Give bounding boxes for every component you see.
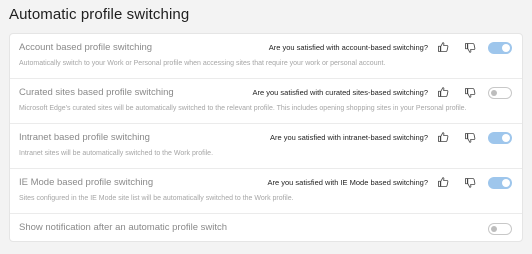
toggle-knob	[502, 134, 510, 142]
feedback-question: Are you satisfied with intranet-based sw…	[270, 133, 428, 142]
settings-card: Account based profile switching Are you …	[9, 33, 523, 242]
setting-title: Show notification after an automatic pro…	[19, 222, 228, 233]
account-switching-toggle[interactable]	[488, 42, 512, 54]
setting-row-ie-mode: IE Mode based profile switching Are you …	[10, 169, 522, 214]
setting-row-account: Account based profile switching Are you …	[10, 34, 522, 79]
setting-row-curated: Curated sites based profile switching Ar…	[10, 79, 522, 124]
setting-title: IE Mode based profile switching	[19, 177, 154, 188]
toggle-knob	[502, 44, 510, 52]
setting-description: Automatically switch to your Work or Per…	[19, 60, 386, 67]
intranet-switching-toggle[interactable]	[488, 132, 512, 144]
toggle-knob	[491, 90, 497, 96]
toggle-knob	[502, 179, 510, 187]
setting-row-intranet: Intranet based profile switching Are you…	[10, 124, 522, 169]
setting-title: Curated sites based profile switching	[19, 87, 174, 98]
curated-switching-toggle[interactable]	[488, 87, 512, 99]
toggle-knob	[491, 226, 497, 232]
thumbs-down-icon[interactable]	[464, 132, 476, 144]
thumbs-up-icon[interactable]	[437, 86, 449, 98]
feedback-question: Are you satisfied with IE Mode based swi…	[267, 178, 429, 187]
setting-description: Sites configured in the IE Mode site lis…	[19, 195, 294, 202]
thumbs-down-icon[interactable]	[464, 177, 476, 189]
thumbs-up-icon[interactable]	[437, 176, 449, 188]
thumbs-up-icon[interactable]	[437, 41, 449, 53]
thumbs-down-icon[interactable]	[464, 87, 476, 99]
notification-toggle[interactable]	[488, 223, 512, 235]
setting-row-notification: Show notification after an automatic pro…	[10, 214, 522, 243]
settings-page: Automatic profile switching Account base…	[0, 0, 532, 254]
thumbs-down-icon[interactable]	[464, 42, 476, 54]
setting-description: Intranet sites will be automatically swi…	[19, 150, 214, 157]
ie-mode-switching-toggle[interactable]	[488, 177, 512, 189]
feedback-question: Are you satisfied with account-based swi…	[268, 43, 428, 52]
feedback-question: Are you satisfied with curated sites-bas…	[252, 88, 428, 97]
setting-title: Account based profile switching	[19, 42, 153, 53]
page-title: Automatic profile switching	[9, 6, 190, 23]
setting-description: Microsoft Edge's curated sites will be a…	[19, 105, 467, 112]
thumbs-up-icon[interactable]	[437, 131, 449, 143]
setting-title: Intranet based profile switching	[19, 132, 150, 143]
